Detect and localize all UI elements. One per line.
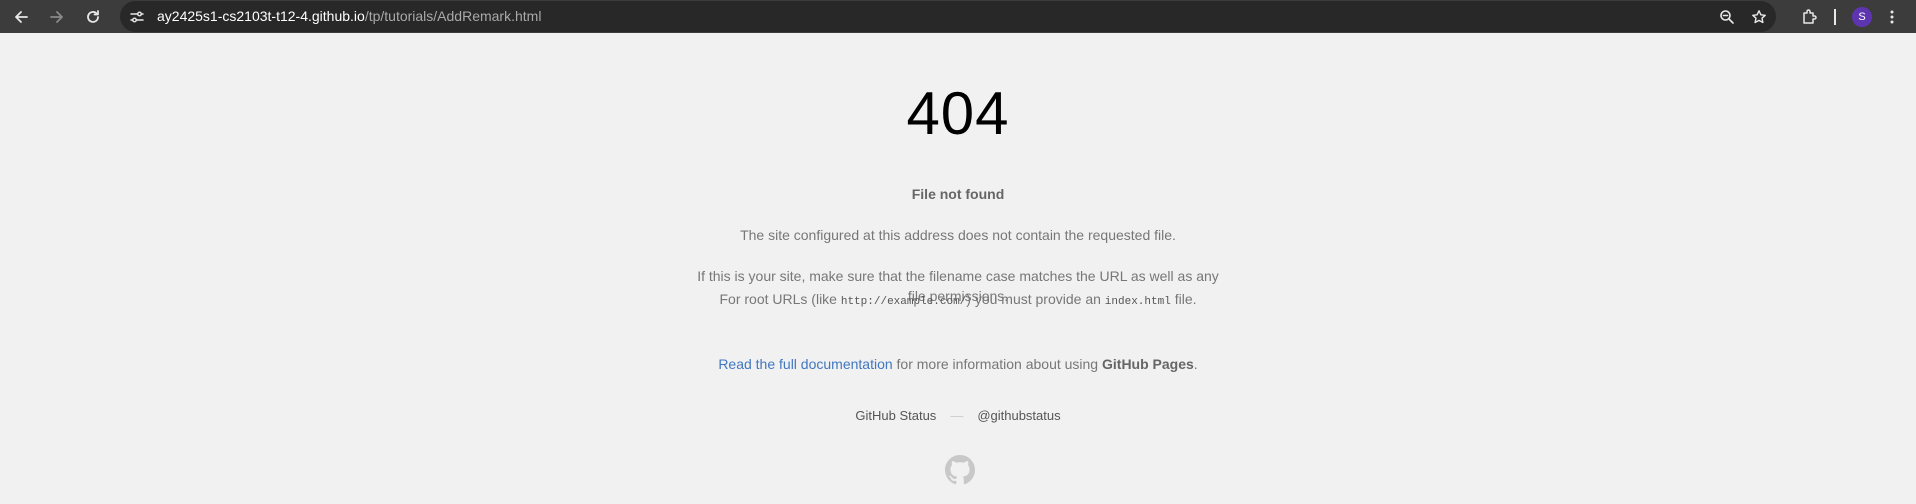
back-arrow-icon[interactable]: [8, 4, 34, 30]
documentation-link[interactable]: Read the full documentation: [718, 356, 892, 372]
index-html-code: index.html: [1104, 296, 1171, 308]
error-code: 404: [906, 80, 1010, 147]
root-url-hint-after: file.: [1170, 291, 1197, 307]
githubstatus-twitter-link[interactable]: @githubstatus: [977, 408, 1060, 423]
browser-toolbar: ay2425s1-cs2103t-t12-4.github.io/tp/tuto…: [0, 0, 1916, 33]
error-description: The site configured at this address does…: [740, 227, 1176, 243]
profile-avatar[interactable]: S: [1852, 7, 1872, 27]
url-text[interactable]: ay2425s1-cs2103t-t12-4.github.io/tp/tuto…: [157, 8, 541, 25]
footer-separator: —: [950, 408, 964, 423]
documentation-line: Read the full documentation for more inf…: [0, 354, 1916, 374]
github-octocat-icon[interactable]: [945, 455, 975, 485]
documentation-line-middle: for more information about using: [892, 356, 1102, 372]
github-pages-strong: GitHub Pages: [1102, 356, 1194, 372]
root-url-hint-middle: ) you must provide an: [966, 291, 1105, 307]
more-menu-icon[interactable]: [1879, 4, 1905, 30]
reload-icon[interactable]: [80, 4, 106, 30]
example-url-code: http://example.com/: [840, 296, 967, 308]
error-heading: File not found: [911, 186, 1005, 202]
site-settings-icon[interactable]: [124, 4, 150, 30]
url-path: /tp/tutorials/AddRemark.html: [364, 8, 542, 24]
forward-arrow-icon[interactable]: [44, 4, 70, 30]
page-content: 404 File not found The site configured a…: [0, 33, 1916, 504]
footer-links: GitHub Status — @githubstatus: [0, 407, 1916, 425]
root-url-hint: For root URLs (like http://example.com/)…: [0, 289, 1916, 312]
toolbar-divider: [1834, 9, 1836, 25]
root-url-hint-before: For root URLs (like: [719, 291, 841, 307]
documentation-line-end: .: [1193, 356, 1198, 372]
zoom-icon[interactable]: [1714, 4, 1740, 30]
url-host: ay2425s1-cs2103t-t12-4.github.io: [157, 8, 365, 24]
star-icon[interactable]: [1746, 4, 1772, 30]
github-status-link[interactable]: GitHub Status: [855, 408, 936, 423]
extensions-icon[interactable]: [1796, 4, 1822, 30]
